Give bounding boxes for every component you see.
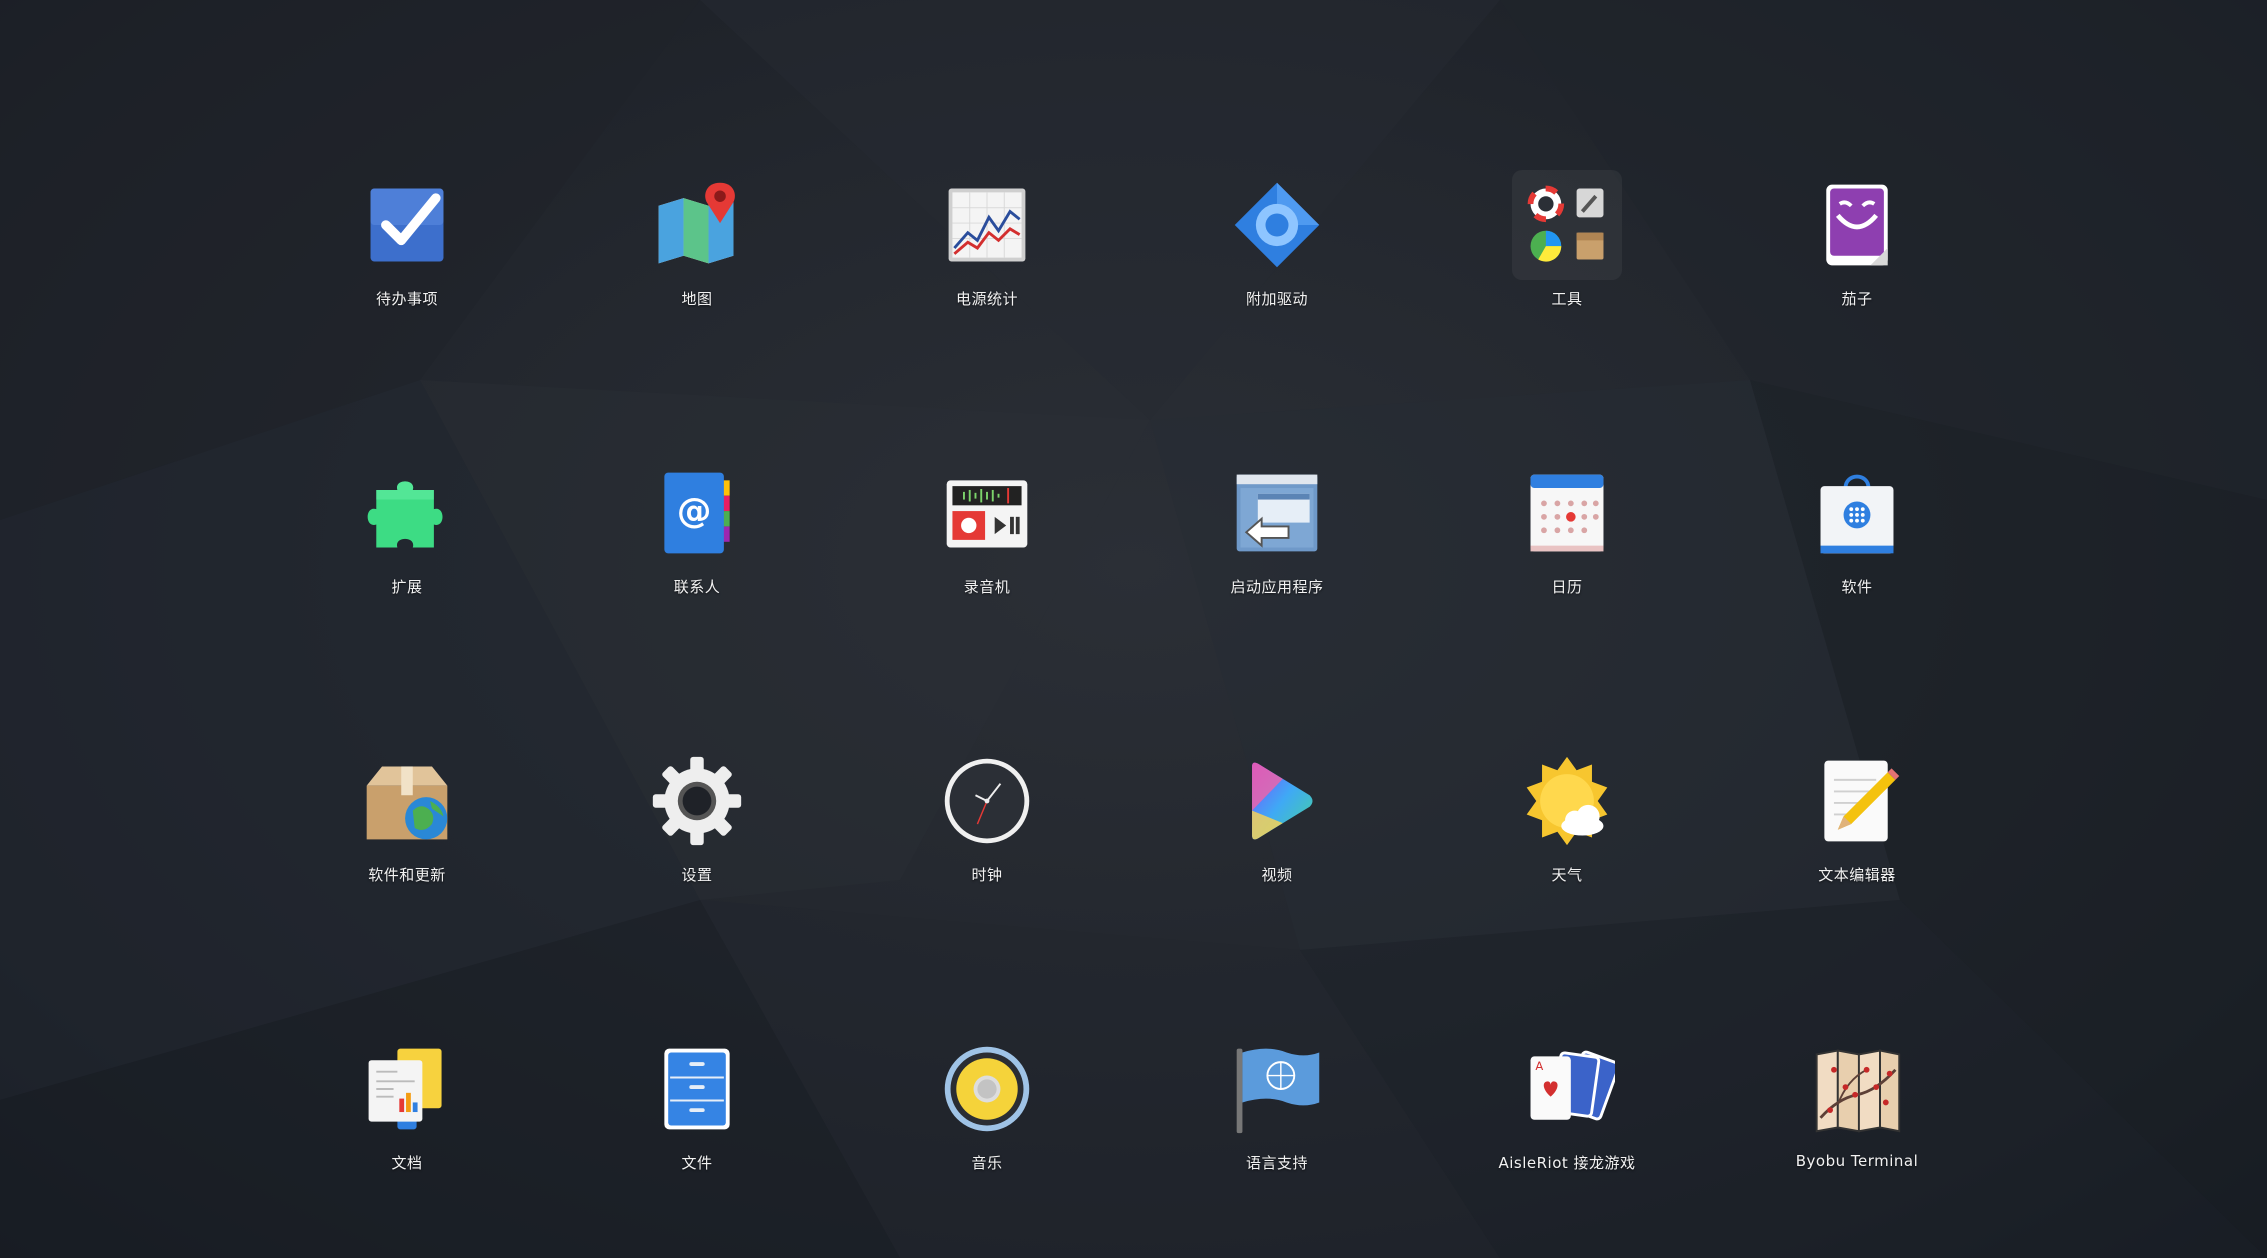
app-label: 启动应用程序 <box>1230 578 1324 596</box>
app-label: 日历 <box>1551 578 1583 596</box>
driver-gear-icon <box>1234 182 1320 268</box>
app-additional-drivers[interactable]: 附加驱动 <box>1132 130 1422 418</box>
app-label: 地图 <box>681 290 713 308</box>
app-label: 待办事项 <box>375 290 438 308</box>
sound-recorder-icon <box>946 480 1028 548</box>
text-editor-icon <box>1824 760 1900 842</box>
app-label: 扩展 <box>391 578 423 596</box>
byobu-screen-icon <box>1815 1049 1901 1133</box>
svg-text:@: @ <box>677 492 712 532</box>
app-label: 附加驱动 <box>1245 290 1308 308</box>
app-files[interactable]: 文件 <box>552 994 842 1258</box>
map-icon <box>658 182 735 264</box>
app-videos[interactable]: 视频 <box>1132 706 1422 994</box>
files-cabinet-icon <box>664 1048 730 1130</box>
app-label: 工具 <box>1551 290 1583 308</box>
music-speaker-icon <box>944 1046 1030 1132</box>
startup-apps-icon <box>1236 474 1318 552</box>
app-contacts[interactable]: @ 联系人 <box>552 418 842 706</box>
app-label: 设置 <box>681 866 713 884</box>
app-label: AisleRiot 接龙游戏 <box>1498 1154 1636 1172</box>
app-label: Byobu Terminal <box>1795 1152 1919 1170</box>
svg-text:A: A <box>1535 1059 1543 1073</box>
app-sound-recorder[interactable]: 录音机 <box>842 418 1132 706</box>
app-grid: 待办事项 地图 电源统计 附加驱动 工具 茄子 扩展 @ 联系人 录音机 启动应… <box>262 130 2002 1258</box>
cheese-icon <box>1826 184 1888 266</box>
app-byobu-terminal[interactable]: Byobu Terminal <box>1712 994 2002 1258</box>
app-music[interactable]: 音乐 <box>842 994 1132 1258</box>
app-label: 录音机 <box>963 578 1011 596</box>
checkbox-icon <box>370 188 444 262</box>
puzzle-icon <box>367 481 443 548</box>
clock-icon <box>944 758 1030 844</box>
app-label: 软件和更新 <box>368 866 446 884</box>
app-calendar[interactable]: 日历 <box>1422 418 1712 706</box>
app-label: 软件 <box>1841 578 1873 596</box>
settings-gear-icon <box>652 756 742 846</box>
app-tools-folder[interactable]: 工具 <box>1422 130 1712 418</box>
language-flag-icon <box>1236 1048 1320 1134</box>
app-power-statistics[interactable]: 电源统计 <box>842 130 1132 418</box>
app-label: 音乐 <box>971 1154 1003 1172</box>
software-updates-icon <box>366 766 448 840</box>
weather-icon <box>1526 756 1608 846</box>
tools-folder-icon <box>1527 185 1604 262</box>
app-label: 时钟 <box>971 866 1003 884</box>
app-label: 天气 <box>1551 866 1583 884</box>
contacts-icon: @ <box>664 472 730 554</box>
app-language-support[interactable]: 语言支持 <box>1132 994 1422 1258</box>
video-play-icon <box>1252 762 1313 840</box>
app-documents[interactable]: 文档 <box>262 994 552 1258</box>
app-extensions[interactable]: 扩展 <box>262 418 552 706</box>
app-label: 电源统计 <box>955 290 1018 308</box>
app-weather[interactable]: 天气 <box>1422 706 1712 994</box>
app-todo[interactable]: 待办事项 <box>262 130 552 418</box>
app-aisleriot[interactable]: A AisleRiot 接龙游戏 <box>1422 994 1712 1258</box>
app-label: 视频 <box>1261 866 1293 884</box>
app-clocks[interactable]: 时钟 <box>842 706 1132 994</box>
app-label: 文本编辑器 <box>1818 866 1896 884</box>
app-label: 联系人 <box>673 578 721 596</box>
app-label: 文档 <box>391 1154 423 1172</box>
app-label: 茄子 <box>1841 290 1873 308</box>
app-settings[interactable]: 设置 <box>552 706 842 994</box>
cards-icon: A <box>1530 1050 1615 1121</box>
app-maps[interactable]: 地图 <box>552 130 842 418</box>
app-startup-applications[interactable]: 启动应用程序 <box>1132 418 1422 706</box>
app-cheese[interactable]: 茄子 <box>1712 130 2002 418</box>
app-label: 语言支持 <box>1245 1154 1308 1172</box>
app-grid-overview: 待办事项 地图 电源统计 附加驱动 工具 茄子 扩展 @ 联系人 录音机 启动应… <box>0 0 2267 1258</box>
app-software[interactable]: 软件 <box>1712 418 2002 706</box>
app-text-editor[interactable]: 文本编辑器 <box>1712 706 2002 994</box>
software-bag-icon <box>1820 474 1894 554</box>
documents-icon <box>368 1048 442 1130</box>
power-stats-icon <box>948 188 1026 262</box>
app-label: 文件 <box>681 1154 713 1172</box>
calendar-icon <box>1530 474 1604 552</box>
app-software-updates[interactable]: 软件和更新 <box>262 706 552 994</box>
